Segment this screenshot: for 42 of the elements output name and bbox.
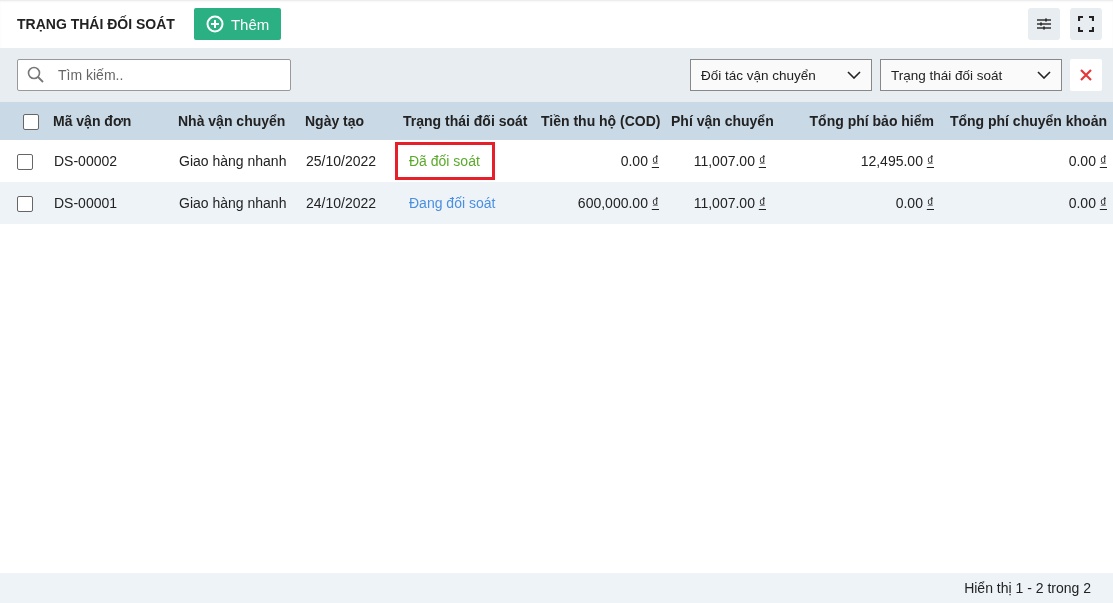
- fullscreen-button[interactable]: [1070, 8, 1102, 40]
- column-header: Nhà vận chuyển: [178, 113, 286, 129]
- close-icon: [1080, 69, 1092, 81]
- table-cell: Giao hàng nhanh: [179, 195, 287, 211]
- table-cell: DS-00002: [54, 153, 118, 169]
- column-header: Tiền thu hộ (COD): [541, 113, 661, 129]
- status-text: Đang đối soát: [408, 194, 497, 213]
- clear-filters-button[interactable]: [1070, 59, 1102, 91]
- dropdown[interactable]: Trạng thái đối soát: [880, 59, 1062, 91]
- fullscreen-icon: [1078, 16, 1094, 32]
- column-header: Ngày tạo: [305, 113, 365, 129]
- table-cell: 11,007.00 ₫: [693, 195, 766, 211]
- table-cell: 600,000.00 ₫: [577, 195, 659, 211]
- table-cell: 25/10/2022: [306, 153, 377, 169]
- table-cell: 0.00 ₫: [620, 153, 659, 169]
- table-cell: 0.00 ₫: [895, 195, 934, 211]
- table-cell: 0.00 ₫: [1068, 153, 1107, 169]
- column-header: Mã vận đơn: [53, 113, 132, 129]
- checkbox[interactable]: [17, 153, 33, 170]
- chevron-down-icon: [1037, 71, 1051, 79]
- dropdown[interactable]: Đối tác vận chuyển: [690, 59, 872, 91]
- search-icon: [27, 66, 45, 84]
- pagination-summary: Hiển thị 1 - 2 trong 2: [964, 580, 1091, 596]
- settings-button[interactable]: [1028, 8, 1060, 40]
- table-cell: 24/10/2022: [306, 195, 377, 211]
- column-header: Tổng phí bảo hiểm: [809, 113, 934, 129]
- sliders-icon: [1036, 17, 1052, 31]
- search-field[interactable]: Tìm kiếm..: [17, 59, 291, 91]
- chevron-down-icon: [847, 71, 861, 79]
- page-title: TRẠNG THÁI ĐỐI SOÁT: [17, 16, 175, 32]
- table-cell: DS-00001: [54, 195, 118, 211]
- checkbox[interactable]: [17, 195, 33, 212]
- plus-circle-icon: [205, 15, 224, 33]
- table-cell: 11,007.00 ₫: [693, 153, 766, 169]
- column-header: Phí vận chuyển: [671, 113, 774, 129]
- checkbox[interactable]: [23, 113, 39, 130]
- table-cell: 12,495.00 ₫: [860, 153, 934, 169]
- table-cell: 0.00 ₫: [1068, 195, 1107, 211]
- table-cell: Giao hàng nhanh: [179, 153, 287, 169]
- status-text: Đã đối soát: [395, 142, 495, 180]
- column-header: Tổng phí chuyển khoản: [949, 113, 1107, 129]
- column-header: Trạng thái đối soát: [403, 113, 528, 129]
